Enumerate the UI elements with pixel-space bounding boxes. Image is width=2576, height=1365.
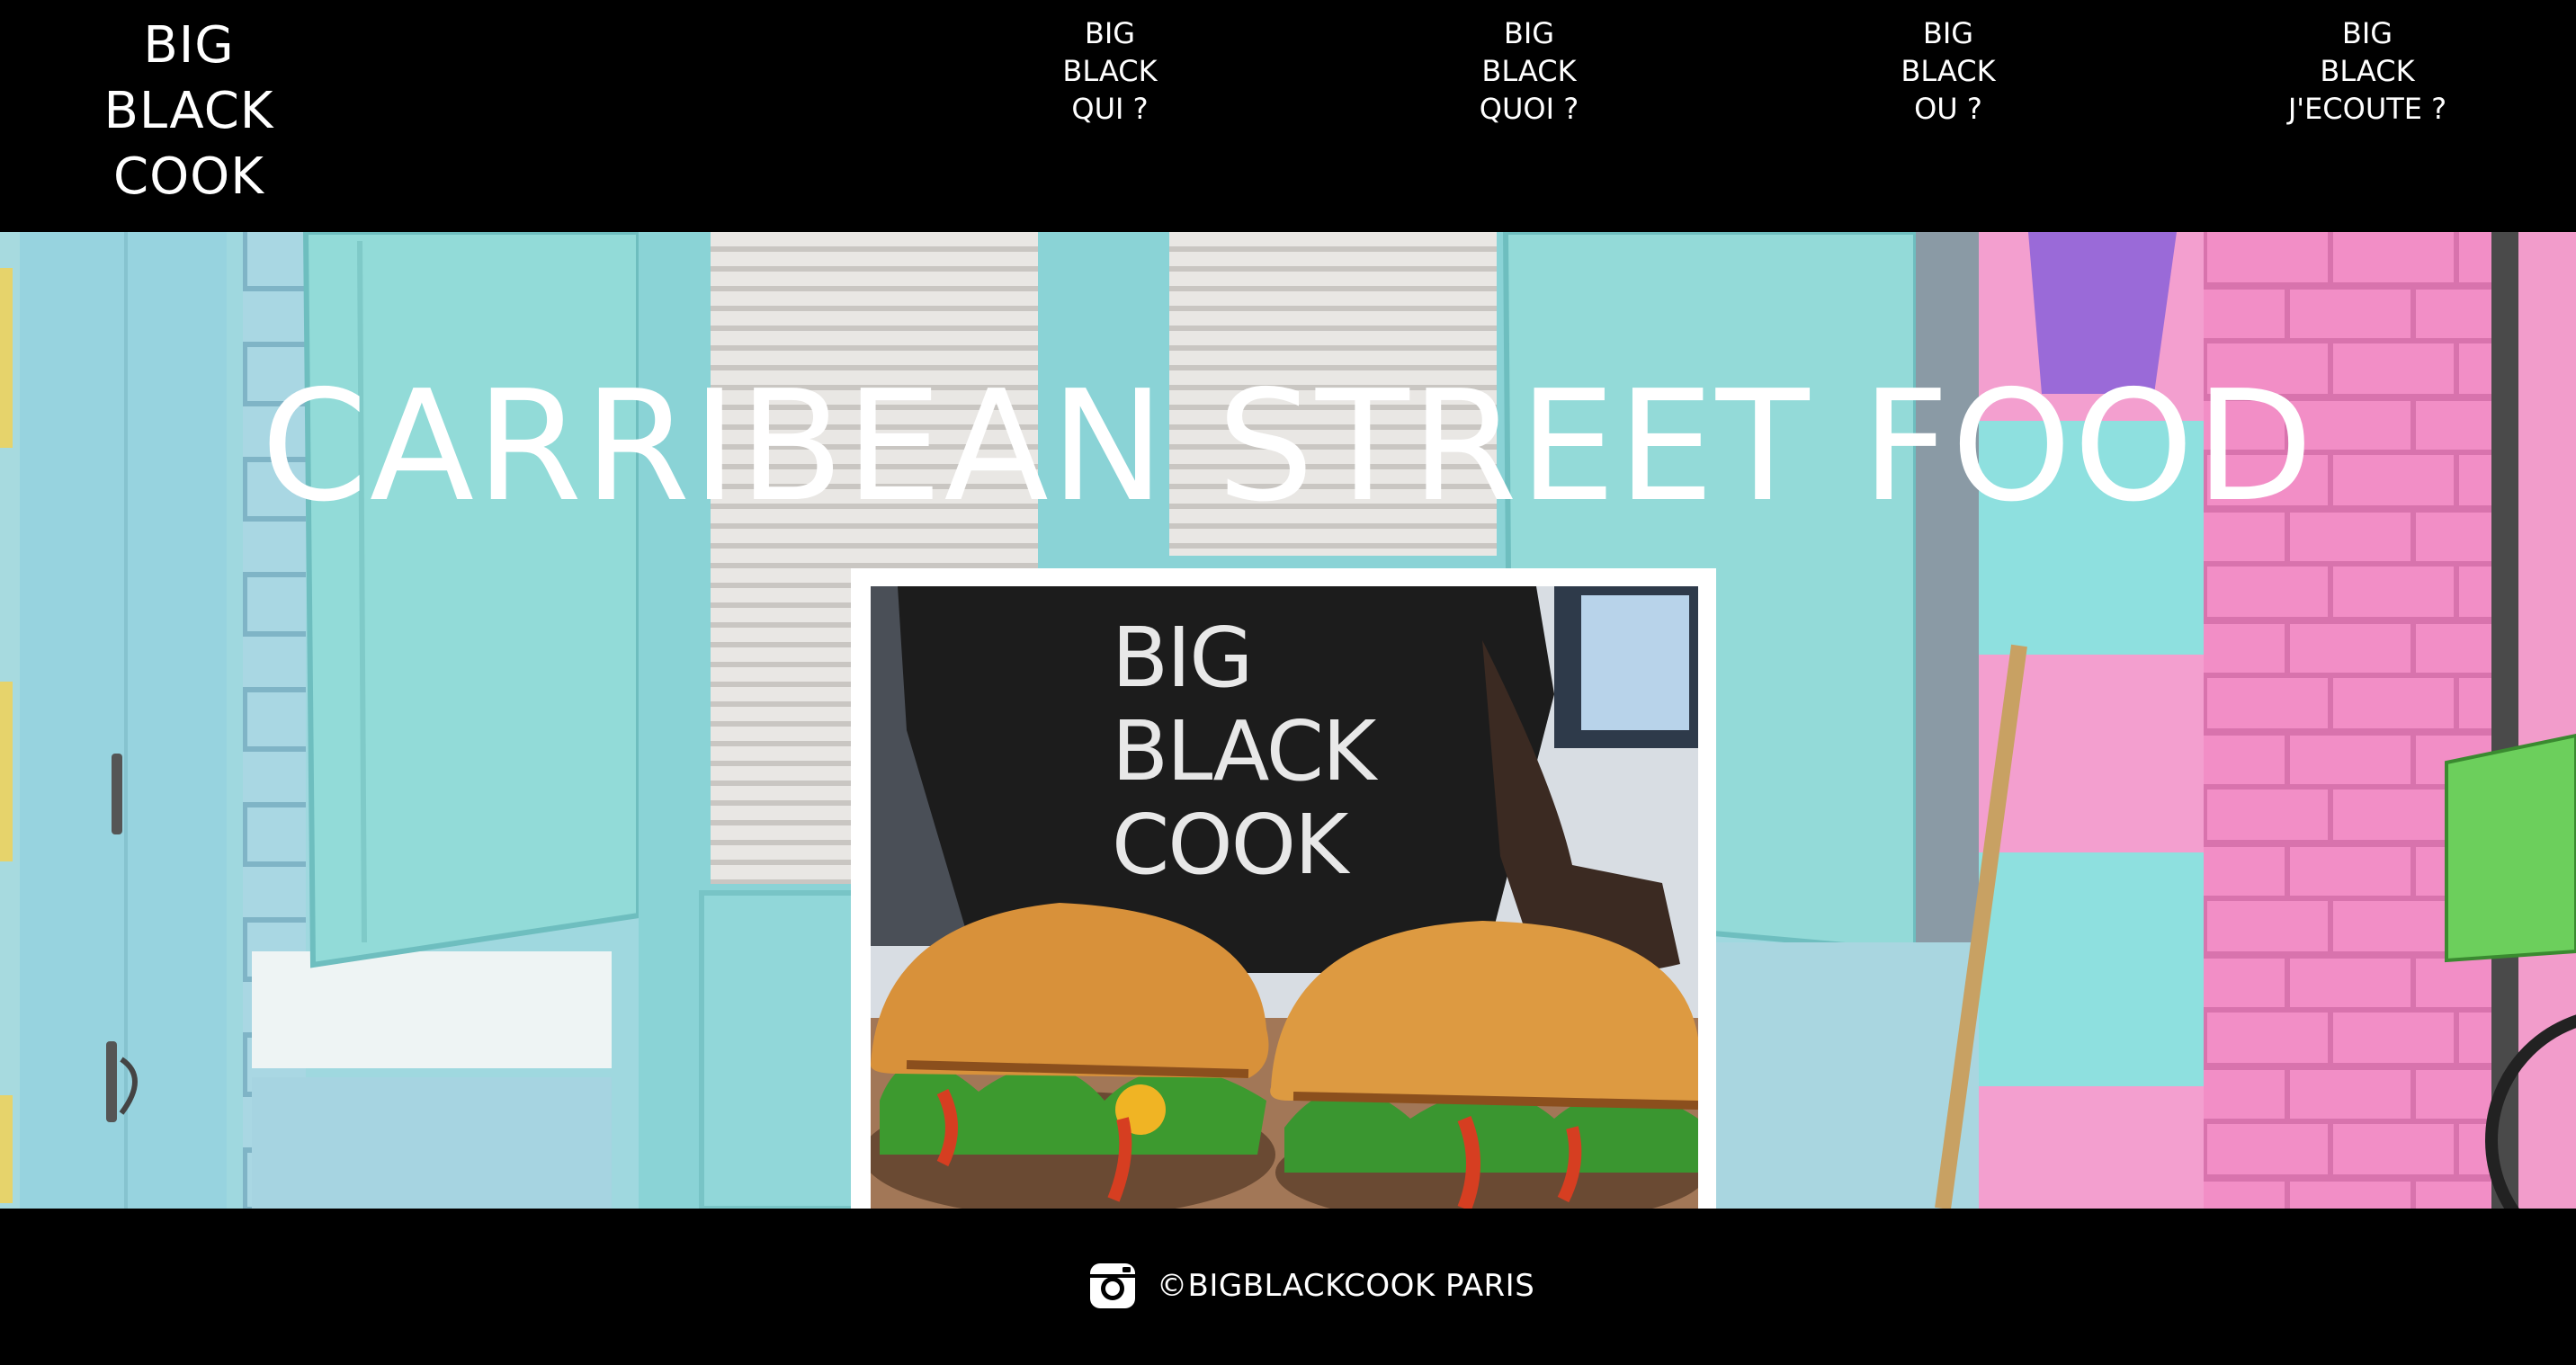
nav-line: BLACK bbox=[2320, 54, 2415, 88]
nav-line: BLACK bbox=[1901, 54, 1996, 88]
nav-link-ou[interactable]: BIG BLACK OU ? bbox=[1813, 14, 2083, 128]
hero-photo-frame: BIG BLACK COOK bbox=[851, 568, 1716, 1209]
apron-text: BIG BLACK COOK bbox=[1112, 610, 1376, 893]
nav-link-jecoute[interactable]: BIG BLACK J'ECOUTE ? bbox=[2232, 14, 2502, 128]
apron-line: BIG bbox=[1112, 610, 1254, 706]
nav-line: BIG bbox=[1922, 16, 1974, 50]
burgers-illustration bbox=[871, 903, 1698, 1209]
nav-line: OU ? bbox=[1914, 92, 1982, 126]
site-logo[interactable]: BIG BLACK COOK bbox=[81, 13, 297, 210]
apron-line: BLACK bbox=[1112, 703, 1376, 799]
logo-line: BLACK bbox=[103, 82, 274, 140]
nav-link-qui[interactable]: BIG BLACK QUI ? bbox=[975, 14, 1245, 128]
nav-link-quoi[interactable]: BIG BLACK QUOI ? bbox=[1394, 14, 1664, 128]
hero-title: CARRIBEAN STREET FOOD bbox=[261, 357, 2315, 536]
footer-text[interactable]: ©BIGBLACKCOOK PARIS bbox=[1157, 1268, 1534, 1304]
apron-line: COOK bbox=[1112, 797, 1348, 893]
logo-line: COOK bbox=[113, 147, 264, 206]
nav-line: BIG bbox=[1503, 16, 1555, 50]
instagram-icon[interactable] bbox=[1088, 1262, 1137, 1310]
nav-line: BLACK bbox=[1481, 54, 1577, 88]
footer-instagram-link[interactable]: ©BIGBLACKCOOK PARIS bbox=[1088, 1261, 1534, 1311]
nav-line: BLACK bbox=[1062, 54, 1158, 88]
site-header: BIG BLACK COOK BIG BLACK QUI ? BIG BLACK… bbox=[0, 0, 2576, 232]
nav-line: BIG bbox=[2341, 16, 2393, 50]
site-footer: ©BIGBLACKCOOK PARIS bbox=[0, 1209, 2576, 1365]
logo-line: BIG bbox=[143, 16, 235, 75]
nav-line: QUOI ? bbox=[1479, 92, 1579, 126]
nav-line: J'ECOUTE ? bbox=[2287, 92, 2447, 126]
nav-line: BIG bbox=[1084, 16, 1136, 50]
nav-line: QUI ? bbox=[1071, 92, 1149, 126]
hero-section: CARRIBEAN STREET FOOD BIG BLACK COOK bbox=[0, 232, 2576, 1209]
